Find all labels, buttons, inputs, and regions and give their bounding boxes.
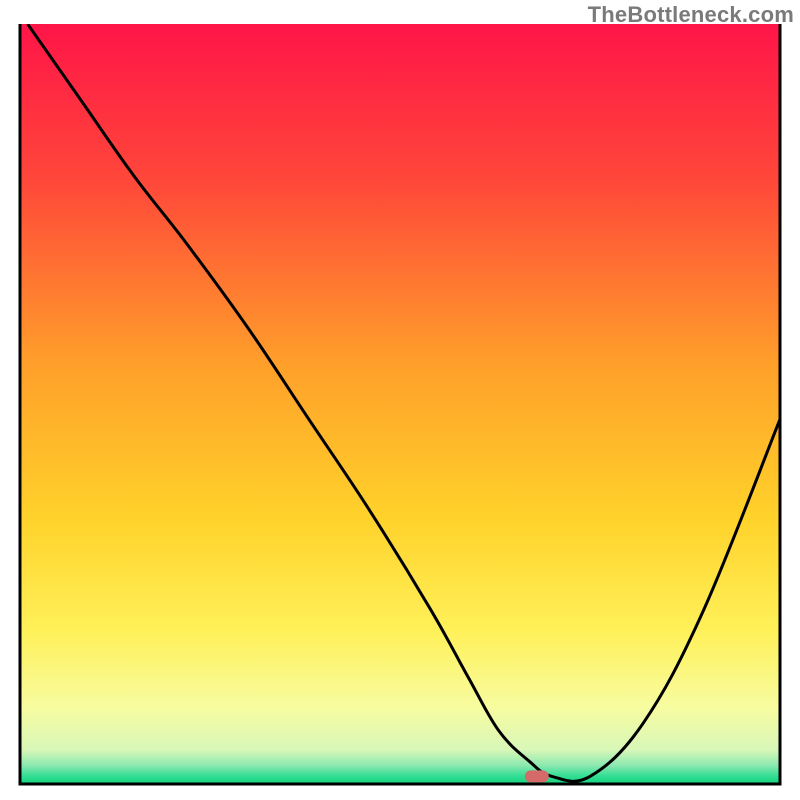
watermark-label: TheBottleneck.com (588, 2, 794, 28)
chart-container: TheBottleneck.com (0, 0, 800, 800)
bottleneck-chart (0, 0, 800, 800)
gradient-background (20, 24, 780, 784)
optimal-marker (525, 770, 549, 782)
